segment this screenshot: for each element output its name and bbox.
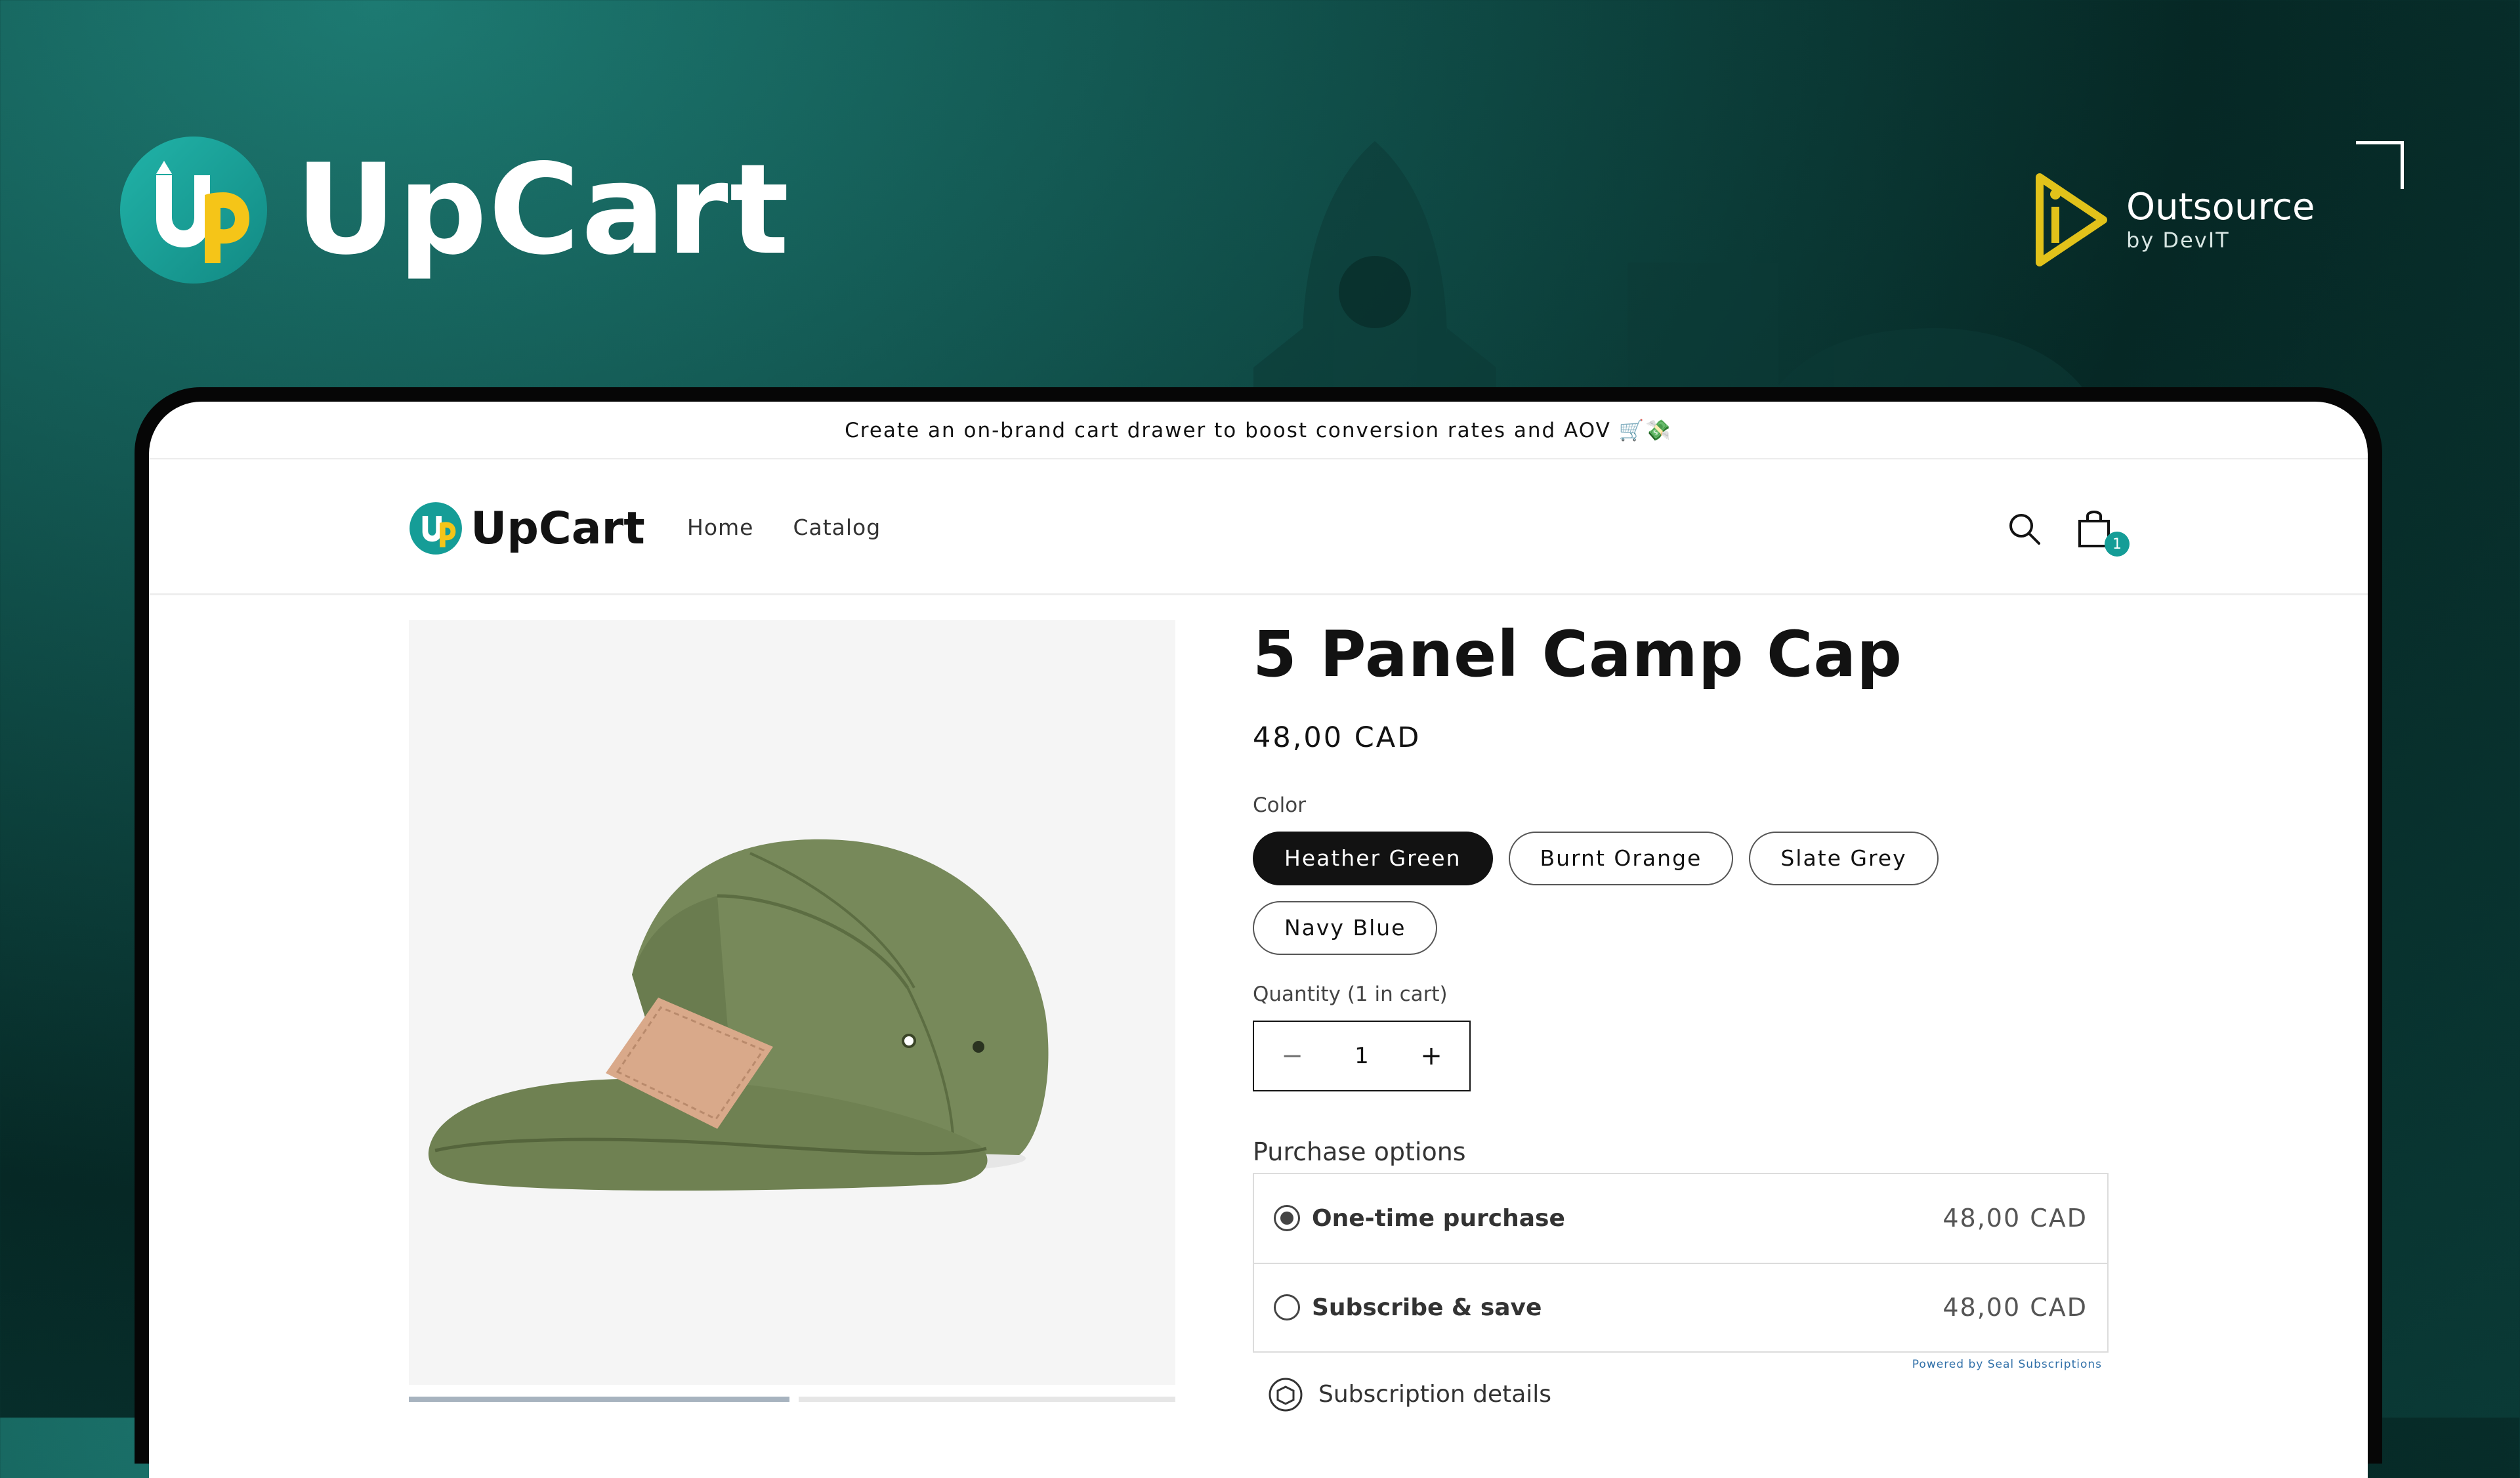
quantity-label: Quantity (1 in cart) bbox=[1253, 982, 1448, 1006]
store-header: UpCart Home Catalog 1 bbox=[149, 459, 2368, 595]
color-option-slate-grey[interactable]: Slate Grey bbox=[1749, 831, 1939, 885]
color-label: Color bbox=[1253, 793, 1306, 817]
main-nav: Home Catalog bbox=[687, 515, 881, 540]
subscription-details-label: Subscription details bbox=[1318, 1381, 1552, 1408]
option-name: Subscribe & save bbox=[1312, 1294, 1542, 1321]
option-price: 48,00 CAD bbox=[1942, 1293, 2088, 1322]
cart-button[interactable]: 1 bbox=[2074, 505, 2130, 557]
product-image[interactable] bbox=[409, 620, 1175, 1385]
radio-button-checked[interactable] bbox=[1274, 1205, 1300, 1232]
outsource-subtitle: by DevIT bbox=[2126, 227, 2230, 253]
outsource-devit-logo: Outsource by DevIT bbox=[2034, 171, 2315, 269]
quantity-decrease-button[interactable]: − bbox=[1279, 1041, 1305, 1071]
color-options: Heather Green Burnt Orange Slate Grey Na… bbox=[1253, 831, 1975, 955]
cart-count-badge: 1 bbox=[2105, 532, 2130, 557]
corner-bracket bbox=[2356, 141, 2404, 189]
quantity-increase-button[interactable]: + bbox=[1418, 1041, 1444, 1071]
option-subscribe-save[interactable]: Subscribe & save 48,00 CAD bbox=[1254, 1262, 2107, 1351]
color-option-burnt-orange[interactable]: Burnt Orange bbox=[1508, 831, 1734, 885]
brand-name: UpCart bbox=[295, 137, 791, 282]
store-logo[interactable]: UpCart bbox=[409, 501, 645, 555]
outsource-title: Outsource bbox=[2126, 186, 2315, 229]
store-logo-name: UpCart bbox=[471, 502, 645, 555]
upcart-logo-icon bbox=[410, 502, 462, 555]
product-title: 5 Panel Camp Cap bbox=[1253, 618, 1902, 691]
color-option-heather-green[interactable]: Heather Green bbox=[1253, 831, 1493, 885]
brand-header: UpCart bbox=[118, 135, 790, 285]
upcart-logo-icon bbox=[120, 137, 267, 284]
nav-home[interactable]: Home bbox=[687, 515, 753, 540]
option-price: 48,00 CAD bbox=[1942, 1204, 2088, 1233]
purchase-options-label: Purchase options bbox=[1253, 1137, 1466, 1166]
option-one-time-purchase[interactable]: One-time purchase 48,00 CAD bbox=[1254, 1174, 2107, 1263]
color-option-navy-blue[interactable]: Navy Blue bbox=[1253, 900, 1438, 955]
thumbnail-active[interactable] bbox=[409, 1397, 789, 1402]
product-price: 48,00 CAD bbox=[1253, 721, 1421, 754]
devit-play-icon bbox=[2036, 173, 2107, 266]
purchase-options: One-time purchase 48,00 CAD Subscribe & … bbox=[1253, 1172, 2109, 1353]
powered-by-link[interactable]: Powered by Seal Subscriptions bbox=[1253, 1358, 2102, 1371]
nav-catalog[interactable]: Catalog bbox=[793, 515, 881, 540]
camp-cap-illustration bbox=[428, 839, 1049, 1191]
option-name: One-time purchase bbox=[1312, 1204, 1565, 1232]
quantity-input[interactable]: 1 bbox=[1354, 1043, 1369, 1069]
subscription-details-toggle[interactable]: Subscription details bbox=[1266, 1375, 2112, 1414]
laptop-frame: Create an on-brand cart drawer to boost … bbox=[135, 387, 2382, 1478]
search-icon[interactable] bbox=[2006, 511, 2043, 547]
announcement-bar: Create an on-brand cart drawer to boost … bbox=[149, 402, 2368, 459]
store-page: Create an on-brand cart drawer to boost … bbox=[149, 402, 2368, 1478]
thumbnail[interactable] bbox=[799, 1397, 1175, 1402]
radio-button[interactable] bbox=[1274, 1294, 1300, 1321]
quantity-stepper: − 1 + bbox=[1253, 1020, 1471, 1091]
product-info: 5 Panel Camp Cap 48,00 CAD Color Heather… bbox=[1253, 620, 2112, 1414]
subscription-box-icon bbox=[1269, 1378, 1303, 1412]
